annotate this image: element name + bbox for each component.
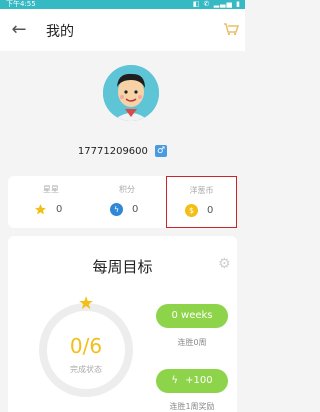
- stat-label: 星星: [43, 185, 59, 194]
- stats-card: 星星 0 积分 ϟ 0 洋葱币 $ 0: [8, 176, 237, 228]
- status-icons: ◧ ✆ ▂▃▅ ▮: [192, 0, 241, 8]
- header: ← 我的: [0, 9, 245, 51]
- weekly-goal-card: 每周目标 ⚙ ★ 0/6 完成状态 0 weeks 连胜0周 ϟ +100 连胜…: [8, 236, 237, 412]
- stat-onion-coins[interactable]: 洋葱币 $ 0: [166, 176, 237, 228]
- reward-badge[interactable]: ϟ +100: [156, 369, 228, 393]
- back-arrow-icon[interactable]: ←: [8, 19, 30, 41]
- weeks-streak-label: 连胜0周: [177, 338, 207, 347]
- progress-ring: ★ 0/6 完成状态: [36, 293, 136, 400]
- phone-row: 17771209600 ♂: [0, 145, 245, 157]
- stat-label: 洋葱币: [189, 186, 214, 195]
- avatar-illustration: [103, 65, 159, 121]
- gear-icon[interactable]: ⚙: [218, 256, 231, 272]
- male-gender-icon: ♂: [155, 145, 168, 157]
- phone-number: 17771209600: [77, 146, 148, 157]
- status-bar: 下午4:55 ◧ ✆ ▂▃▅ ▮: [0, 0, 245, 9]
- reward-amount: +100: [185, 375, 213, 386]
- star-icon: ★: [78, 293, 95, 314]
- star-icon: [35, 204, 46, 215]
- reward-label: 连胜1周奖励: [169, 402, 215, 411]
- page-title: 我的: [46, 24, 74, 40]
- stat-points[interactable]: 积分 ϟ 0: [92, 176, 162, 228]
- progress-label: 完成状态: [70, 365, 102, 374]
- stat-value: 0: [132, 204, 139, 215]
- status-time: 下午4:55: [6, 0, 36, 8]
- stat-label: 积分: [119, 185, 135, 194]
- dollar-coin-icon: $: [185, 204, 198, 217]
- weekly-goal-title: 每周目标: [92, 258, 153, 276]
- avatar[interactable]: [103, 65, 159, 121]
- stat-value: 0: [56, 204, 63, 215]
- stat-value: 0: [207, 205, 214, 216]
- weeks-badge[interactable]: 0 weeks: [156, 304, 228, 328]
- progress-count: 0/6: [69, 334, 103, 358]
- cart-icon[interactable]: [223, 21, 239, 37]
- lightning-icon: ϟ: [171, 375, 178, 386]
- stat-stars[interactable]: 星星 0: [16, 176, 86, 228]
- profile-section: 17771209600 ♂: [0, 51, 245, 171]
- lightning-icon: ϟ: [110, 203, 123, 216]
